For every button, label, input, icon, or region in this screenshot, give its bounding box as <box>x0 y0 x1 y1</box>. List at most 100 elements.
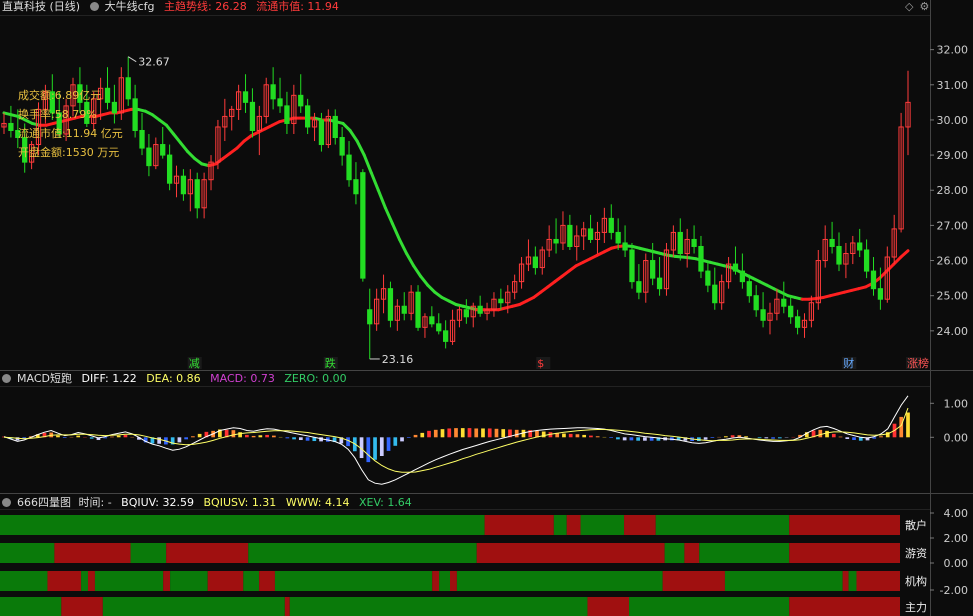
settings-icon[interactable]: ⚙ <box>919 0 929 13</box>
band-segment <box>163 571 171 591</box>
candle-body <box>160 144 166 156</box>
candle-body <box>132 98 138 131</box>
quad-name[interactable]: 666四量图 <box>17 496 71 509</box>
candle-body <box>567 224 573 247</box>
band-segment <box>432 571 440 591</box>
band-segment <box>248 543 477 563</box>
band-segment <box>102 597 285 616</box>
band-segment <box>0 515 485 535</box>
low-price-label: 23.16 <box>382 353 414 366</box>
event-marker-label: $ <box>537 357 544 370</box>
band-row-label: 散户 <box>905 518 927 532</box>
event-marker-label: 减 <box>189 357 200 370</box>
event-marker-label: 涨榜 <box>907 356 929 370</box>
macd-macd: MACD: 0.73 <box>210 372 275 385</box>
candle-body <box>180 175 187 195</box>
candle-body <box>532 256 538 269</box>
candle-body <box>553 238 559 244</box>
candle-body <box>249 101 256 131</box>
quad-bqiusv: BQIUSV: 1.31 <box>203 496 277 509</box>
band-row-label: 机构 <box>905 574 927 588</box>
band-row-label: 主力 <box>905 601 927 614</box>
candle-body <box>656 277 663 290</box>
candle-body <box>870 270 877 290</box>
trend-line-segment <box>398 237 409 256</box>
candle-body <box>401 305 407 314</box>
quad-xev: XEV: 1.64 <box>359 496 412 509</box>
band-segment <box>789 543 900 563</box>
candle-body <box>746 281 752 297</box>
quad-toggle-icon[interactable] <box>2 498 11 507</box>
band-segment <box>662 571 725 591</box>
candle-body <box>443 330 449 342</box>
macd-header: MACD短跑 DIFF: 1.22 DEA: 0.86 MACD: 0.73 Z… <box>2 372 353 386</box>
candle-body <box>318 119 325 146</box>
candle-body <box>125 77 131 100</box>
diamond-icon[interactable]: ◇ <box>905 0 913 13</box>
band-segment <box>94 571 164 591</box>
macd-tick-label: 0.00 <box>944 431 969 444</box>
y-tick-label: 30.00 <box>937 114 969 127</box>
candle-body <box>760 309 766 321</box>
candle-body <box>608 217 614 233</box>
info-market-cap: 流通市值:11.94 亿元 <box>18 127 123 140</box>
candle-body <box>415 291 421 328</box>
candle-body <box>332 115 338 139</box>
band-segment <box>848 571 857 591</box>
trend-line-segment <box>179 141 190 154</box>
band-segment <box>629 597 790 616</box>
candle-body <box>498 298 504 304</box>
band-segment <box>456 571 663 591</box>
trend-line-segment <box>164 123 175 136</box>
candle-body <box>615 231 621 244</box>
y-tick-label: 25.00 <box>937 290 969 303</box>
candle-body <box>877 288 884 300</box>
candle-body <box>753 295 759 311</box>
candle-body <box>691 238 697 247</box>
trend-line-segment <box>362 153 373 175</box>
macd-toggle-icon[interactable] <box>2 374 11 383</box>
candle-body <box>353 179 359 195</box>
band-segment <box>789 597 900 616</box>
indicator-toggle-icon[interactable] <box>89 2 99 11</box>
band-segment <box>484 515 554 535</box>
macd-name[interactable]: MACD短跑 <box>17 372 72 385</box>
quad-tick-label: 2.00 <box>944 532 969 545</box>
candle-body <box>242 91 249 103</box>
candle-body <box>629 249 635 283</box>
band-segment <box>699 543 790 563</box>
candle-body <box>139 129 145 149</box>
trend-line-segment <box>348 128 359 143</box>
high-price-label: 32.67 <box>138 56 170 69</box>
quad-tick-label: 0.00 <box>944 557 969 570</box>
indicator-value-trend: 主趋势线: 26.28 <box>164 0 247 13</box>
candle-body <box>863 249 870 272</box>
band-segment <box>587 597 630 616</box>
band-segment <box>289 597 588 616</box>
y-tick-label: 32.00 <box>937 44 969 57</box>
band-segment <box>450 571 457 591</box>
info-open-amount: 开盘金额:1530 万元 <box>18 146 120 159</box>
candle-body <box>304 105 311 128</box>
indicator-name[interactable]: 大牛线cfg <box>105 0 155 13</box>
indicator-value-mcap: 流通市值: 11.94 <box>256 0 339 13</box>
candle-body <box>781 298 787 307</box>
macd-line-dea <box>3 407 909 473</box>
candle-body <box>622 242 628 251</box>
trend-line-segment <box>419 274 430 287</box>
info-turnover-rate: 换手率:58.79% <box>18 108 97 121</box>
candle-body <box>698 245 704 272</box>
macd-diff: DIFF: 1.22 <box>81 372 137 385</box>
candle-body <box>732 263 739 272</box>
quad-tick-label: 4.00 <box>944 507 969 520</box>
candle-body <box>463 309 469 318</box>
band-segment <box>47 571 82 591</box>
band-segment <box>0 543 55 563</box>
candle-body <box>712 284 718 304</box>
band-segment <box>566 515 581 535</box>
candle-body <box>788 305 794 318</box>
band-row-label: 游资 <box>905 547 927 560</box>
macd-dea: DEA: 0.86 <box>146 372 201 385</box>
trend-line-segment <box>383 206 394 226</box>
y-tick-label: 26.00 <box>937 255 969 268</box>
